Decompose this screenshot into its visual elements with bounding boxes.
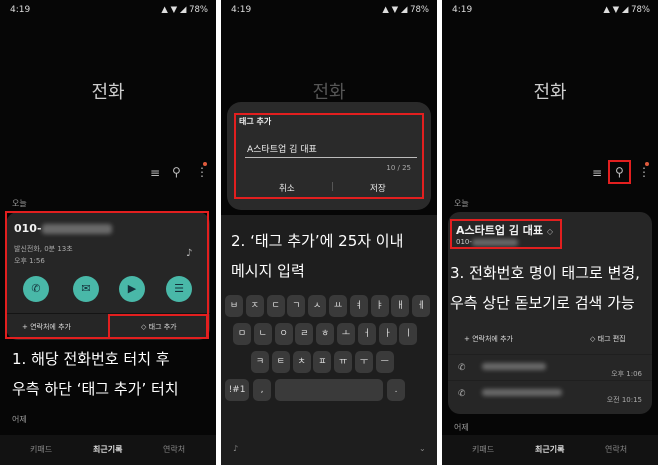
more-icon[interactable]: ⋮ [196,165,208,179]
keyboard-key[interactable]: ㅍ [313,351,332,373]
caption-line-1: 2. ‘태그 추가’에 25자 이내 [231,232,404,250]
filter-icon[interactable]: ≡ [592,166,602,180]
status-battery: ▲ ▼ ◢ 78% [603,5,650,15]
caption-line-2: 메시지 입력 [231,262,305,280]
phone-icon: ✆ [458,363,466,373]
screen-2: 4:19 ▲ ▼ ◢ 78% 전화 태그 추가 A스타트업 김 대표 10 / … [221,0,437,465]
caption-line-2: 우측 상단 돋보기로 검색 가능 [450,294,635,312]
keyboard-key[interactable]: ㅣ [399,323,418,345]
section-yesterday: 어제 [454,423,469,432]
keyboard-key[interactable]: ㅜ [355,351,373,373]
keyboard-key[interactable]: ㅓ [357,323,376,345]
keyboard-key[interactable]: ㅠ [334,351,353,373]
nav-contacts[interactable]: 연락처 [163,444,185,455]
section-today: 오늘 [12,199,27,208]
keyboard-key[interactable]: ㅑ [370,295,389,317]
status-bar: 4:19 ▲ ▼ ◢ 78% [0,0,216,20]
status-bar: 4:19 ▲ ▼ ◢ 78% [221,0,437,20]
keyboard-key[interactable]: ㅗ [337,323,355,345]
nav-recent[interactable]: 최근기록 [93,444,122,455]
keyboard-key[interactable]: ㅁ [233,323,251,345]
keyboard-key[interactable]: ㅌ [271,351,290,373]
screen-1: 4:19 ▲ ▼ ◢ 78% 전화 ≡ ⚲ ⋮ 오늘 010- 발신전화, 0분… [0,0,216,465]
row-time: 오후 1:06 [611,370,642,378]
keyboard-key[interactable]: ㅇ [274,323,293,345]
screen-3: 4:19 ▲ ▼ ◢ 78% 전화 ≡ ⚲ ⋮ 오늘 A스타트업 김 대표 ◇ … [442,0,658,465]
caption-line-2: 우측 하단 ‘태그 추가’ 터치 [12,380,179,398]
keyboard-key[interactable]: ㅏ [378,323,397,345]
bottom-nav: ♪ ⌄ [221,435,437,465]
notification-dot [645,162,649,166]
status-battery: ▲ ▼ ◢ 78% [161,5,208,15]
page-title: 전화 [91,82,125,103]
status-time: 4:19 [231,5,252,15]
nav-recent[interactable]: 최근기록 [535,444,564,455]
highlight-search [608,160,631,184]
section-today: 오늘 [454,199,469,208]
keyboard-key[interactable]: ㅕ [349,295,368,317]
keyboard-key[interactable] [275,379,383,401]
keyboard-key[interactable]: ㄴ [253,323,272,345]
nav-keypad[interactable]: 키패드 [30,444,52,455]
status-battery: ▲ ▼ ◢ 78% [382,5,429,15]
keyboard-key[interactable]: ㅡ [375,351,394,373]
keyboard-key[interactable]: ㅛ [329,295,347,317]
search-icon[interactable]: ⚲ [172,165,181,179]
tag-icon: ◇ [590,335,596,343]
nav-contacts[interactable]: 연락처 [605,444,627,455]
keyboard-key[interactable]: ㄱ [287,295,306,317]
keyboard-key[interactable]: ㅎ [316,323,335,345]
add-contact-button[interactable]: + 연락처에 추가 [464,334,513,344]
bottom-nav: 키패드 최근기록 연락처 [442,435,658,465]
keyboard-key[interactable]: ㅔ [412,295,431,317]
highlight-add-tag [108,314,208,339]
keyboard-key[interactable]: !#1 [225,379,249,401]
keyboard-key[interactable]: . [387,379,405,401]
page-title: 전화 [312,82,346,103]
highlight-tag-name [450,219,562,249]
more-icon[interactable]: ⋮ [638,165,650,179]
bottom-nav: 키패드 최근기록 연락처 [0,435,216,465]
filter-icon[interactable]: ≡ [150,166,160,180]
keyboard-key[interactable]: ㅅ [308,295,327,317]
caption-line-1: 1. 해당 전화번호 터치 후 [12,350,170,368]
keyboard-key[interactable]: ㅈ [245,295,264,317]
list-item[interactable]: ✆ 오전 10:15 [448,380,652,406]
status-time: 4:19 [452,5,473,15]
edit-tag-button[interactable]: ◇ 태그 편집 [590,334,626,344]
section-yesterday: 어제 [12,415,27,424]
keyboard-key[interactable]: ㅊ [292,351,311,373]
caption-line-1: 3. 전화번호 명이 태그로 변경, [450,264,640,282]
highlight-dialog [234,113,424,199]
keyboard-key[interactable]: ㅂ [225,295,243,317]
phone-icon: ✆ [458,389,466,399]
keyboard-key[interactable]: ㄷ [266,295,285,317]
keyboard-key[interactable]: ㅐ [391,295,410,317]
nav-keypad[interactable]: 키패드 [472,444,494,455]
list-item[interactable]: ✆ 오후 1:06 [448,354,652,380]
chevron-down-icon[interactable]: ⌄ [419,444,426,453]
status-bar: 4:19 ▲ ▼ ◢ 78% [442,0,658,20]
row-time: 오전 10:15 [606,396,642,404]
mic-icon[interactable]: ♪ [233,444,238,453]
page-title: 전화 [533,82,567,103]
notification-dot [203,162,207,166]
status-time: 4:19 [10,5,31,15]
keyboard-key[interactable]: ㄹ [295,323,314,345]
keyboard-key[interactable]: , [253,379,271,401]
keyboard-key[interactable]: ㅋ [251,351,269,373]
